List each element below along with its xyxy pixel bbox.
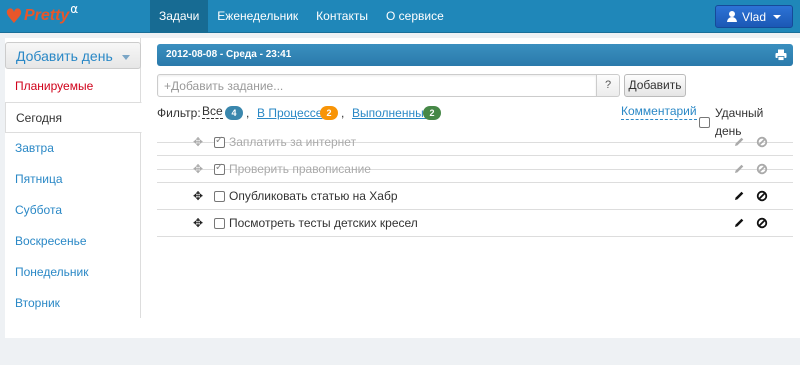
pencil-icon[interactable]: [733, 136, 745, 148]
sidebar-item-today[interactable]: Сегодня: [5, 102, 142, 133]
nav-item-about[interactable]: О сервисе: [377, 0, 453, 33]
chevron-down-icon: [122, 55, 130, 60]
add-task-input[interactable]: [157, 74, 597, 97]
move-icon[interactable]: ✥: [192, 163, 204, 175]
help-button[interactable]: ?: [597, 74, 620, 97]
user-menu-button[interactable]: Vlad: [715, 5, 793, 28]
logo[interactable]: ♥ Pretty tasks α: [5, 2, 79, 112]
move-icon[interactable]: ✥: [192, 217, 204, 229]
ban-icon[interactable]: [756, 217, 768, 229]
filter-all[interactable]: Все: [202, 104, 223, 119]
move-icon[interactable]: ✥: [192, 190, 204, 202]
heart-check-icon: ♥: [5, 4, 23, 28]
date-header: 2012-08-08 - Среда - 23:41: [157, 44, 793, 66]
filter-separator: ,: [246, 106, 250, 120]
filter-done[interactable]: Выполненные: [352, 104, 430, 122]
move-icon[interactable]: ✥: [192, 136, 204, 148]
sidebar-item-monday[interactable]: Понедельник: [5, 257, 141, 288]
pencil-icon[interactable]: [733, 217, 745, 229]
top-navbar: ♥ Pretty tasks α Задачи Еженедельник Кон…: [0, 0, 800, 112]
date-header-text: 2012-08-08 - Среда - 23:41: [166, 49, 292, 60]
task-row: ✥ Опубликовать статью на Хабр: [157, 183, 793, 210]
task-title[interactable]: Проверить правописание: [229, 156, 371, 183]
task-title[interactable]: Опубликовать статью на Хабр: [229, 183, 398, 210]
sidebar-item-sunday[interactable]: Воскресенье: [5, 226, 141, 257]
comment-link[interactable]: Комментарий: [621, 104, 697, 120]
pencil-icon[interactable]: [733, 190, 745, 202]
main-nav: Задачи Еженедельник Контакты О сервисе: [150, 0, 453, 33]
nav-item-contacts[interactable]: Контакты: [307, 0, 377, 33]
filter-label: Фильтр:: [157, 106, 201, 120]
task-content: 2012-08-08 - Среда - 23:41 ? Добавить Фи…: [157, 38, 793, 338]
add-day-button[interactable]: Добавить день: [5, 42, 141, 69]
filter-separator: ,: [341, 106, 345, 120]
sidebar-item-friday[interactable]: Пятница: [5, 164, 141, 195]
sidebar-item-tomorrow[interactable]: Завтра: [5, 133, 141, 164]
filter-row: Фильтр: Все 4 , В Процессе 2 , Выполненн…: [157, 104, 793, 138]
filter-all-count-badge: 4: [225, 106, 243, 120]
filter-done-count-badge: 2: [423, 106, 441, 120]
task-list: ✥ Заплатить за интернет ✥ Проверить прав…: [157, 129, 793, 237]
task-title[interactable]: Посмотреть тесты детских кресел: [229, 210, 418, 237]
filter-in-progress-count-badge: 2: [320, 106, 338, 120]
add-task-button[interactable]: Добавить: [624, 74, 686, 97]
task-checkbox[interactable]: [214, 162, 225, 175]
add-day-label: Добавить день: [16, 47, 113, 64]
nav-item-weekly[interactable]: Еженедельник: [208, 0, 307, 33]
logo-alpha: α: [70, 2, 79, 16]
lucky-day-checkbox-box[interactable]: [699, 116, 710, 128]
task-row: ✥ Заплатить за интернет: [157, 129, 793, 156]
add-task-row: ? Добавить: [157, 74, 686, 97]
filter-in-progress[interactable]: В Процессе: [257, 104, 322, 122]
user-name: Vlad: [741, 9, 767, 24]
ban-icon[interactable]: [756, 190, 768, 202]
main-panel: Добавить день Планируемые Сегодня Завтра…: [5, 38, 800, 338]
task-checkbox[interactable]: [214, 218, 225, 229]
logo-pretty: Pretty: [23, 7, 70, 24]
sidebar-item-saturday[interactable]: Суббота: [5, 195, 141, 226]
task-checkbox[interactable]: [214, 135, 225, 148]
task-checkbox[interactable]: [214, 191, 225, 202]
ban-icon[interactable]: [756, 163, 768, 175]
task-row: ✥ Посмотреть тесты детских кресел: [157, 210, 793, 237]
nav-item-tasks[interactable]: Задачи: [150, 0, 209, 33]
task-title[interactable]: Заплатить за интернет: [229, 129, 356, 156]
sidebar-item-tuesday[interactable]: Вторник: [5, 288, 141, 319]
sidebar-item-planned[interactable]: Планируемые: [5, 71, 141, 102]
sidebar: Добавить день Планируемые Сегодня Завтра…: [5, 38, 142, 319]
user-icon: [726, 11, 737, 22]
pencil-icon[interactable]: [733, 163, 745, 175]
chevron-down-icon: [773, 14, 782, 19]
day-list: Планируемые Сегодня Завтра Пятница Суббо…: [5, 71, 142, 319]
task-row: ✥ Проверить правописание: [157, 156, 793, 183]
print-icon[interactable]: [775, 49, 787, 61]
ban-icon[interactable]: [756, 136, 768, 148]
